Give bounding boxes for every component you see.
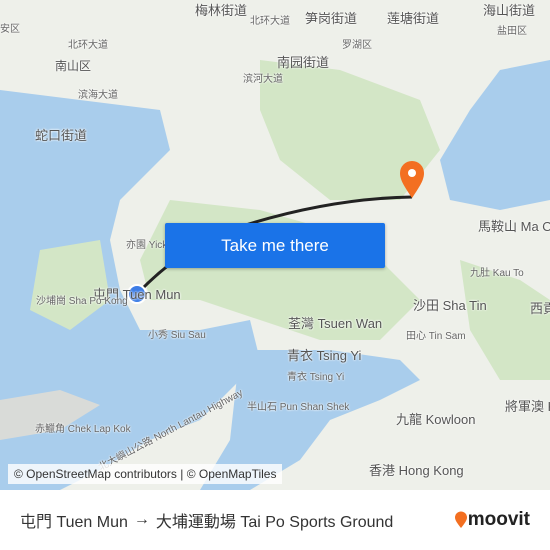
- place-label: 盐田区: [497, 26, 527, 37]
- place-label: 安区: [0, 24, 20, 35]
- place-label: 赤鱲角 Chek Lap Kok: [35, 424, 131, 435]
- destination-name: 大埔運動場 Tai Po Sports Ground: [155, 514, 394, 531]
- place-label: 九肚 Kau To: [470, 268, 524, 279]
- place-label: 沙埔崗 Sha Po Kong: [36, 296, 128, 307]
- place-label: 小秀 Siu Sau: [148, 330, 206, 341]
- place-label: 滨河大道: [243, 74, 283, 85]
- place-label: 莲塘街道: [387, 11, 440, 26]
- place-label: 南园街道: [277, 55, 330, 70]
- map-attribution: © OpenStreetMap contributors | © OpenMap…: [8, 464, 283, 484]
- place-label: 罗湖区: [342, 40, 372, 51]
- take-me-there-button[interactable]: Take me there: [165, 223, 385, 268]
- moovit-wordmark: moovit: [467, 509, 530, 530]
- place-label: 蛇口街道: [35, 128, 88, 143]
- place-label: 南山区: [55, 59, 92, 73]
- map[interactable]: 梅林街道 北环大道 笋岗街道 莲塘街道 海山街道 盐田区 安区 北环大道 南园街道 罗湖区 南山区滨…: [0, 0, 550, 490]
- place-label: 青衣 Tsing Yi: [287, 372, 345, 383]
- place-label: 香港 Hong Kong: [369, 463, 464, 478]
- place-label: 青衣 Tsing Yi: [287, 348, 362, 363]
- moovit-logo: moovit: [454, 509, 530, 531]
- route-title: 屯門 Tuen Mun → 大埔運動場 Tai Po Sports Ground: [20, 508, 393, 532]
- place-label: 海山街道: [483, 3, 536, 18]
- water: [440, 60, 550, 210]
- place-label: 北环大道: [68, 40, 108, 51]
- place-label: 西貢: [530, 301, 550, 316]
- origin-name: 屯門 Tuen Mun: [20, 514, 128, 531]
- footer: 屯門 Tuen Mun → 大埔運動場 Tai Po Sports Ground…: [0, 490, 550, 550]
- place-label: 北环大道: [250, 16, 290, 27]
- place-label: 半山石 Pun Shan Shek: [247, 402, 350, 413]
- moovit-pin-icon: [454, 511, 467, 528]
- place-label: 亦園 Yick: [126, 240, 168, 251]
- place-label: 田心 Tin Sam: [406, 331, 466, 342]
- place-label: 笋岗街道: [305, 11, 358, 26]
- place-label: 梅林街道: [195, 3, 248, 18]
- place-label: 荃灣 Tsuen Wan: [288, 316, 383, 331]
- place-label: 沙田 Sha Tin: [413, 298, 487, 313]
- arrow-right-icon: →: [133, 511, 150, 528]
- place-label: 滨海大道: [78, 90, 118, 101]
- place-label: 將軍澳 Kwu: [505, 399, 550, 414]
- place-label: 馬鞍山 Ma On Shan: [478, 219, 550, 234]
- place-label: 九龍 Kowloon: [396, 412, 476, 427]
